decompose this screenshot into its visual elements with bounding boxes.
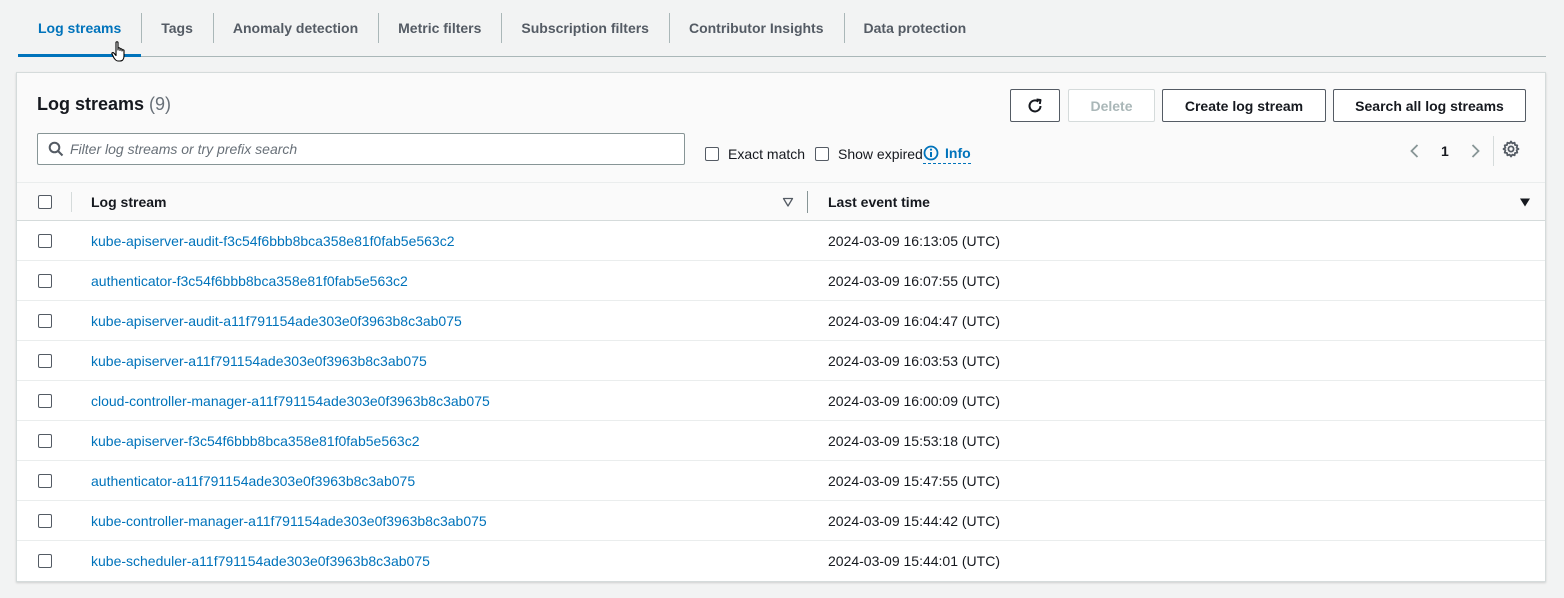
table-header: Log stream Last event time (17, 183, 1545, 221)
table-row: cloud-controller-manager-a11f791154ade30… (17, 381, 1545, 421)
row-checkbox[interactable] (38, 554, 52, 568)
search-all-log-streams-button[interactable]: Search all log streams (1333, 89, 1526, 122)
tab-tags[interactable]: Tags (141, 0, 213, 56)
row-checkbox[interactable] (38, 474, 52, 488)
column-divider (71, 192, 72, 212)
row-checkbox[interactable] (38, 434, 52, 448)
table-row: kube-apiserver-audit-f3c54f6bbb8bca358e8… (17, 221, 1545, 261)
row-checkbox[interactable] (38, 514, 52, 528)
exact-match-option[interactable]: Exact match (705, 146, 805, 162)
show-expired-checkbox[interactable] (815, 147, 829, 161)
table-row: authenticator-a11f791154ade303e0f3963b8c… (17, 461, 1545, 501)
table-row: kube-apiserver-f3c54f6bbb8bca358e81f0fab… (17, 421, 1545, 461)
column-header-log-stream[interactable]: Log stream (91, 183, 166, 221)
panel-count: (9) (149, 94, 172, 114)
last-event-time: 2024-03-09 15:47:55 (UTC) (828, 473, 1000, 489)
tab-bar: Log streams Tags Anomaly detection Metri… (18, 0, 1546, 57)
sort-triangle-outline-icon[interactable] (782, 196, 794, 208)
tab-subscription-filters[interactable]: Subscription filters (501, 0, 669, 56)
log-stream-link[interactable]: authenticator-a11f791154ade303e0f3963b8c… (91, 461, 415, 501)
last-event-time: 2024-03-09 16:00:09 (UTC) (828, 393, 1000, 409)
table-row: kube-apiserver-a11f791154ade303e0f3963b8… (17, 341, 1545, 381)
tab-contributor-insights[interactable]: Contributor Insights (668, 0, 844, 56)
row-checkbox[interactable] (38, 274, 52, 288)
log-streams-panel: Log streams (9) Delete Create log stream … (16, 72, 1546, 582)
current-page[interactable]: 1 (1441, 143, 1449, 159)
select-all-checkbox[interactable] (38, 195, 52, 209)
last-event-time: 2024-03-09 16:04:47 (UTC) (828, 313, 1000, 329)
column-header-last-event-time[interactable]: Last event time (828, 183, 930, 221)
exact-match-label: Exact match (728, 146, 806, 162)
delete-button[interactable]: Delete (1068, 89, 1155, 122)
log-stream-link[interactable]: kube-apiserver-audit-f3c54f6bbb8bca358e8… (91, 221, 455, 261)
refresh-button[interactable] (1010, 89, 1060, 122)
hand-cursor-icon (111, 41, 125, 62)
gear-icon[interactable] (1502, 140, 1520, 158)
chevron-right-icon[interactable] (1467, 143, 1483, 159)
info-link[interactable]: Info (923, 145, 971, 164)
last-event-time: 2024-03-09 16:03:53 (UTC) (828, 353, 1000, 369)
tab-data-protection[interactable]: Data protection (843, 0, 987, 56)
panel-header: Log streams (9) Delete Create log stream … (17, 73, 1545, 183)
row-checkbox[interactable] (38, 234, 52, 248)
table-row: kube-scheduler-a11f791154ade303e0f3963b8… (17, 541, 1545, 581)
log-stream-link[interactable]: kube-apiserver-a11f791154ade303e0f3963b8… (91, 341, 427, 381)
divider (1493, 136, 1494, 166)
chevron-left-icon[interactable] (1407, 143, 1423, 159)
row-checkbox[interactable] (38, 394, 52, 408)
column-resizer[interactable] (807, 191, 808, 213)
tab-metric-filters[interactable]: Metric filters (378, 0, 501, 56)
refresh-icon (1028, 98, 1042, 112)
last-event-time: 2024-03-09 15:44:01 (UTC) (828, 553, 1000, 569)
create-log-stream-button[interactable]: Create log stream (1162, 89, 1326, 122)
tab-anomaly-detection[interactable]: Anomaly detection (212, 0, 378, 56)
log-stream-link[interactable]: kube-scheduler-a11f791154ade303e0f3963b8… (91, 541, 430, 581)
info-icon (923, 145, 939, 161)
table-row: kube-apiserver-audit-a11f791154ade303e0f… (17, 301, 1545, 341)
log-stream-link[interactable]: kube-controller-manager-a11f791154ade303… (91, 501, 487, 541)
panel-title: Log streams (9) (37, 94, 171, 115)
last-event-time: 2024-03-09 15:44:42 (UTC) (828, 513, 1000, 529)
log-stream-link[interactable]: kube-apiserver-f3c54f6bbb8bca358e81f0fab… (91, 421, 419, 461)
search-icon (48, 141, 64, 157)
filter-box[interactable] (37, 133, 685, 165)
table-body: kube-apiserver-audit-f3c54f6bbb8bca358e8… (17, 221, 1545, 581)
show-expired-label: Show expired (838, 146, 923, 162)
table-row: kube-controller-manager-a11f791154ade303… (17, 501, 1545, 541)
sort-descending-icon[interactable] (1519, 196, 1531, 208)
log-stream-link[interactable]: cloud-controller-manager-a11f791154ade30… (91, 381, 490, 421)
last-event-time: 2024-03-09 15:53:18 (UTC) (828, 433, 1000, 449)
info-label: Info (945, 145, 971, 161)
panel-title-text: Log streams (37, 94, 145, 114)
select-all-cell (38, 183, 52, 221)
table-row: authenticator-f3c54f6bbb8bca358e81f0fab5… (17, 261, 1545, 301)
row-checkbox[interactable] (38, 354, 52, 368)
last-event-time: 2024-03-09 16:13:05 (UTC) (828, 233, 1000, 249)
filter-input[interactable] (70, 141, 670, 157)
exact-match-checkbox[interactable] (705, 147, 719, 161)
log-stream-link[interactable]: authenticator-f3c54f6bbb8bca358e81f0fab5… (91, 261, 408, 301)
log-stream-link[interactable]: kube-apiserver-audit-a11f791154ade303e0f… (91, 301, 462, 341)
show-expired-option[interactable]: Show expired (815, 146, 923, 162)
row-checkbox[interactable] (38, 314, 52, 328)
last-event-time: 2024-03-09 16:07:55 (UTC) (828, 273, 1000, 289)
pagination: 1 (1407, 139, 1483, 163)
